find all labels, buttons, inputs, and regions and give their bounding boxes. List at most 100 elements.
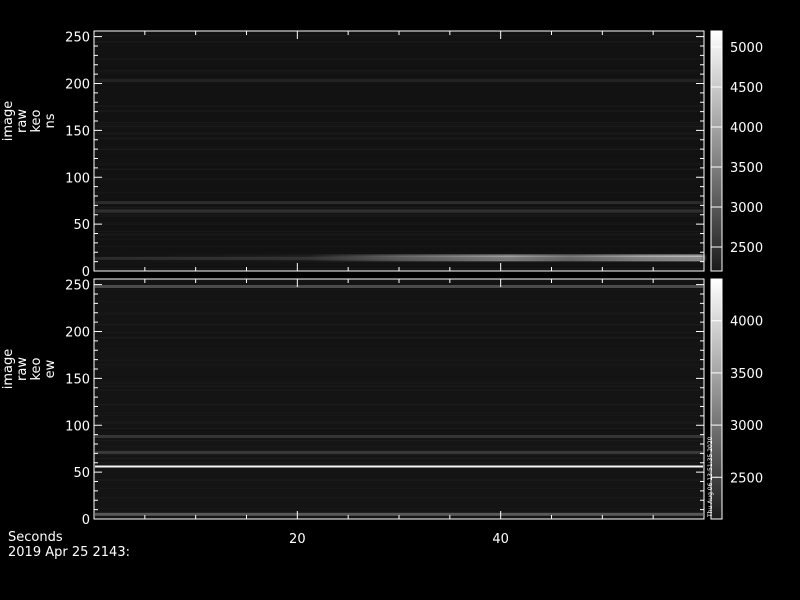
- texture-line: [94, 421, 704, 422]
- texture-line: [94, 209, 704, 210]
- texture-line: [94, 428, 704, 429]
- texture-line: [94, 207, 704, 208]
- texture-line: [94, 233, 704, 234]
- texture-line: [94, 301, 704, 302]
- texture-line: [94, 488, 704, 489]
- texture-line: [94, 132, 704, 133]
- texture-line: [94, 312, 704, 313]
- texture-line: [94, 106, 704, 107]
- texture-line: [94, 37, 704, 38]
- y-label-word: keo: [29, 109, 44, 132]
- y-tick-label: 150: [65, 124, 90, 139]
- texture-line: [94, 440, 704, 441]
- y-tick-label: 250: [65, 279, 90, 294]
- y-label-word: image: [1, 101, 16, 142]
- x-tick-label: 40: [492, 532, 509, 547]
- texture-line: [94, 458, 704, 459]
- texture-line: [94, 178, 704, 179]
- panel-ns: 050100150200250 image raw keo ns 2500300035…: [1, 31, 763, 280]
- texture-line: [94, 179, 704, 180]
- texture-line: [94, 388, 704, 389]
- texture-line: [94, 306, 704, 307]
- keogram-figure: 050100150200250 image raw keo ns 2500300035…: [0, 0, 800, 600]
- y-label-word: raw: [15, 357, 30, 381]
- texture-line: [94, 120, 704, 121]
- texture-line: [94, 340, 704, 341]
- texture-line: [94, 469, 704, 470]
- texture-line: [94, 35, 704, 36]
- texture-line: [94, 147, 704, 148]
- y-label-word: ew: [43, 359, 58, 378]
- texture-line: [94, 139, 704, 140]
- colorbar-tick-label: 3000: [730, 419, 763, 434]
- texture-line: [94, 364, 704, 365]
- band-line: [95, 285, 703, 288]
- texture-line: [94, 169, 704, 170]
- texture-line: [94, 252, 704, 253]
- texture-line: [94, 246, 704, 247]
- texture-line: [94, 122, 704, 123]
- texture-line: [94, 445, 704, 446]
- texture-line: [94, 415, 704, 416]
- y-tick-label: 100: [65, 171, 90, 186]
- texture-line: [94, 454, 704, 455]
- y-tick-label: 50: [73, 466, 90, 481]
- texture-line: [94, 308, 704, 309]
- texture-line: [94, 239, 704, 240]
- texture-line: [94, 91, 704, 92]
- texture-line: [94, 383, 704, 384]
- y-axis-label-ew: image raw keo ew: [1, 349, 58, 390]
- colorbar-tick-label: 4000: [730, 315, 763, 330]
- colorbar-tick-label: 3500: [730, 161, 763, 176]
- texture-line: [94, 404, 704, 405]
- texture-line: [94, 59, 704, 60]
- texture-line: [94, 262, 704, 263]
- band-line: [95, 201, 703, 204]
- texture-line: [94, 214, 704, 215]
- texture-line: [94, 224, 704, 225]
- texture-line: [94, 167, 704, 168]
- y-tick-label: 50: [73, 218, 90, 233]
- colorbar-tick-label: 4000: [730, 121, 763, 136]
- y-label-word: keo: [29, 357, 44, 380]
- texture-line: [94, 165, 704, 166]
- texture-line: [94, 508, 704, 509]
- texture-line: [94, 360, 704, 361]
- texture-line: [94, 149, 704, 150]
- band-line: [95, 435, 703, 438]
- texture-line: [94, 128, 704, 129]
- x-tick-labels: 20 40: [289, 532, 509, 547]
- x-tick-label: 20: [289, 532, 306, 547]
- texture-line: [94, 184, 704, 185]
- texture-line: [94, 174, 704, 175]
- y-axis-label-ns: image raw keo ns: [1, 101, 58, 142]
- texture-line: [94, 422, 704, 423]
- texture-line: [94, 72, 704, 73]
- texture-line: [94, 234, 704, 235]
- texture-line: [94, 338, 704, 339]
- timestamp-stamp: Thu Aug 06 13:51:35 2020: [707, 436, 714, 518]
- texture-line: [94, 295, 704, 296]
- texture-line: [94, 412, 704, 413]
- texture-line: [94, 223, 704, 224]
- band-line: [95, 79, 703, 82]
- texture-line: [94, 156, 704, 157]
- texture-line: [94, 449, 704, 450]
- texture-line: [94, 390, 704, 391]
- texture-line: [94, 163, 704, 164]
- texture-line: [94, 430, 704, 431]
- colorbar-ns: [711, 31, 722, 271]
- texture-line: [94, 231, 704, 232]
- y-tick-label: 200: [65, 326, 90, 341]
- heatmap-ew: [94, 279, 704, 519]
- texture-line: [94, 346, 704, 347]
- texture-line: [94, 376, 704, 377]
- texture-line: [94, 480, 704, 481]
- colorbar-tick-label: 3500: [730, 367, 763, 382]
- y-tick-label: 250: [65, 31, 90, 46]
- y-tick-label: 150: [65, 372, 90, 387]
- y-label-word: image: [1, 349, 16, 390]
- colorbar-tick-label: 5000: [730, 41, 763, 56]
- texture-line: [94, 157, 704, 158]
- texture-line: [94, 302, 704, 303]
